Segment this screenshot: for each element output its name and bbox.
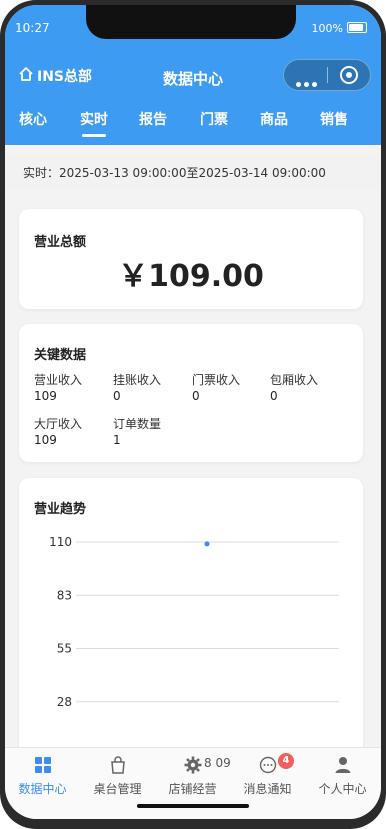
- navbar: INS总部 数据中心: [5, 57, 381, 95]
- nav-label: 桌台管理: [93, 782, 142, 796]
- bottom-nav: 数据中心 桌台管理 店铺经营 4 消息通知 个人中心: [5, 747, 381, 819]
- key-data-title: 关键数据: [34, 348, 87, 363]
- tab-products[interactable]: 商品: [260, 109, 288, 129]
- metric-label-order-count: 订单数量: [113, 417, 162, 431]
- nav-label: 数据中心: [18, 782, 67, 796]
- person-icon: [335, 757, 351, 773]
- nav-data-center[interactable]: 数据中心: [5, 748, 80, 800]
- more-icon[interactable]: [296, 72, 320, 91]
- battery-percent: 100%: [311, 22, 343, 35]
- y-tick-label: 83: [57, 588, 72, 602]
- gear-icon: [184, 756, 202, 774]
- overlay-time-fragment: 8 09: [204, 756, 231, 770]
- data-point[interactable]: [204, 541, 210, 547]
- header: 10:27 100% INS总部 数据中心 核心 实时 报告 门票 商品 销售: [5, 5, 381, 145]
- nav-label: 个人中心: [318, 782, 367, 796]
- metric-label-room-income: 包厢收入: [270, 373, 319, 387]
- grid-icon: [35, 757, 51, 773]
- home-indicator: [137, 804, 249, 808]
- metric-value-hall-income: 109: [34, 433, 57, 447]
- status-time: 10:27: [15, 21, 50, 35]
- revenue-trend-chart: 1108355280: [49, 535, 339, 762]
- capsule-divider: [327, 67, 328, 83]
- screen: 10:27 100% INS总部 数据中心 核心 实时 报告 门票 商品 销售 …: [5, 5, 381, 819]
- chat-icon: [259, 756, 277, 774]
- message-badge: 4: [278, 753, 294, 769]
- close-icon[interactable]: [340, 66, 358, 84]
- time-range-text: 实时：2025-03-13 09:00:00至2025-03-14 09:00:…: [23, 166, 326, 180]
- battery-icon: [347, 22, 367, 33]
- nav-messages[interactable]: 4 消息通知: [230, 748, 305, 800]
- tab-tickets[interactable]: 门票: [200, 109, 228, 129]
- metric-label-credit-income: 挂账收入: [113, 373, 162, 387]
- y-tick-label: 110: [49, 535, 72, 549]
- tab-bar: 核心 实时 报告 门票 商品 销售: [5, 109, 381, 139]
- metric-value-order-count: 1: [113, 433, 121, 447]
- metric-label-ticket-income: 门票收入: [192, 373, 241, 387]
- revenue-trend-card: 营业趋势 1108355280: [19, 478, 363, 778]
- nav-table-management[interactable]: 桌台管理: [80, 748, 155, 800]
- y-tick-label: 55: [57, 642, 72, 656]
- mini-program-capsule: [283, 59, 371, 91]
- metric-value-business-income: 109: [34, 389, 57, 403]
- nav-label: 店铺经营: [168, 782, 217, 796]
- metric-label-hall-income: 大厅收入: [34, 417, 83, 431]
- tab-sales[interactable]: 销售: [320, 109, 348, 129]
- nav-profile[interactable]: 个人中心: [305, 748, 380, 800]
- y-tick-label: 28: [57, 695, 72, 709]
- phone-frame: 10:27 100% INS总部 数据中心 核心 实时 报告 门票 商品 销售 …: [0, 0, 386, 829]
- bag-icon: [111, 756, 125, 774]
- tab-core[interactable]: 核心: [19, 109, 47, 129]
- total-revenue-title: 营业总额: [34, 235, 87, 250]
- total-revenue-card: 营业总额 ￥109.00: [19, 209, 363, 309]
- tab-report[interactable]: 报告: [139, 109, 167, 129]
- metric-value-room-income: 0: [270, 389, 278, 403]
- total-revenue-value: ￥109.00: [118, 259, 264, 294]
- metric-label-business-income: 营业收入: [34, 373, 83, 387]
- metric-value-ticket-income: 0: [192, 389, 200, 403]
- time-range-bar: 实时：2025-03-13 09:00:00至2025-03-14 09:00:…: [5, 155, 381, 189]
- metric-value-credit-income: 0: [113, 389, 121, 403]
- tab-realtime[interactable]: 实时: [80, 109, 108, 137]
- key-data-card: 关键数据 营业收入 109 挂账收入 0 门票收入 0 包厢收入 0 大厅收入 …: [19, 324, 363, 462]
- nav-label: 消息通知: [243, 782, 292, 796]
- notch: [86, 5, 296, 39]
